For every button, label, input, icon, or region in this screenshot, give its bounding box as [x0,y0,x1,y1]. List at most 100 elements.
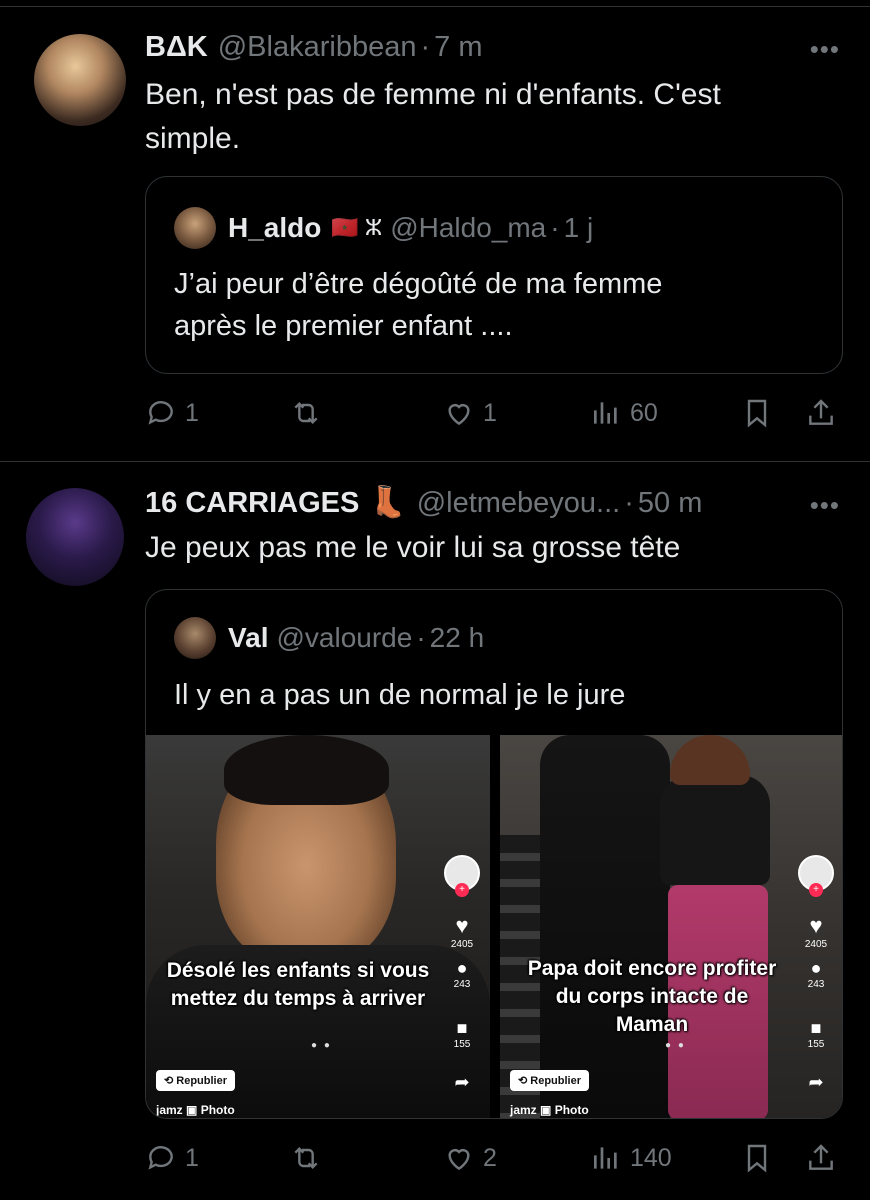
like-count: 1 [483,398,497,427]
photo-icon: ▣ [540,1103,552,1117]
caption-line: du corps intacte de [555,985,749,1008]
save-icon: ■ [810,1018,822,1038]
author-handle[interactable]: @letmebeyou... [417,486,621,520]
tweet-text-line: Je peux pas me le voir lui sa grosse têt… [145,531,681,564]
views-button[interactable]: 60 [590,393,658,433]
caption-line: Désolé les enfants si vous [166,959,430,982]
author-name[interactable]: 16 CARRIAGES [145,486,359,520]
quoted-tweet[interactable]: H_aldo 🇲🇦 ⵣ @Haldo_ma · 1 j J’ai peur d’… [145,176,843,374]
media-like-count: 2405 [804,939,828,950]
boot-emoji: 👢 [369,486,407,519]
heart-icon: ♥ [455,913,469,938]
quoted-tweet-header: Val @valourde · 22 h [174,617,484,659]
separator-dot: · [420,31,431,63]
bookmark-button[interactable] [741,393,773,433]
quoted-tweet-header: H_aldo 🇲🇦 ⵣ @Haldo_ma · 1 j [174,207,593,249]
bookmark-icon [747,399,767,428]
author-name: Val [228,622,269,653]
media-caption: Désolé les enfants si vous mettez du tem… [146,957,450,1013]
more-options-icon[interactable]: ••• [810,490,840,521]
tweet-2[interactable]: 16 CARRIAGES 👢 @letmebeyou... · 50 m •••… [0,462,870,1200]
heart-icon: ♥ [809,913,823,938]
heart-icon [448,404,470,426]
author-handle: @Haldo_ma [390,212,547,243]
share-button[interactable] [805,1138,837,1178]
media-save-count: 155 [453,1039,471,1050]
woman-skin [670,735,750,785]
media-comment-count: 243 [453,979,471,990]
media-like-count: 2405 [450,939,474,950]
views-button[interactable]: 140 [590,1138,672,1178]
caption-line: mettez du temps à arriver [170,987,426,1010]
bookmark-button[interactable] [741,1138,773,1178]
flag-emoji: 🇲🇦 ⵣ [331,215,383,240]
share-icon [809,1144,833,1170]
quoted-tweet-text: J’ai peur d’être dégoûté de ma femme apr… [174,263,814,347]
comment-icon: ● [810,958,822,978]
quoted-tweet-text: Il y en a pas un de normal je le jure [174,674,814,716]
republish-badge: ⟲ Republier [156,1070,236,1091]
like-button[interactable]: 1 [443,393,497,433]
timestamp[interactable]: 50 m [638,486,702,520]
repost-icon [294,401,318,425]
media-comment-count: 243 [807,979,825,990]
reply-icon [148,1146,173,1170]
action-bar: 1 2 140 [145,1138,845,1178]
quoted-text-line: J’ai peur d’être dégoûté de ma femme [174,268,663,300]
like-button[interactable]: 2 [443,1138,497,1178]
tweet-text: Ben, n'est pas de femme ni d'enfants. C'… [145,73,835,161]
tweet-header: 16 CARRIAGES 👢 @letmebeyou... · 50 m [145,486,702,520]
media-image[interactable]: Désolé les enfants si vous mettez du tem… [146,735,490,1118]
timestamp[interactable]: 7 m [434,30,482,64]
media-side-actions: + ♥ 2405 ● 243 ■ 155 ➦ [798,855,834,1093]
media-grid: Désolé les enfants si vous mettez du tem… [146,735,842,1118]
avatar [174,617,216,659]
credit-name: jamz [510,1103,537,1117]
media-image[interactable]: Papa doit encore profiter du corps intac… [500,735,842,1118]
separator-dot: · [624,487,634,519]
repost-icon [294,1146,318,1170]
author-name[interactable]: BΔK [145,30,208,64]
timestamp: 1 j [563,212,594,243]
author-handle[interactable]: @Blakaribbean [218,30,417,64]
action-bar: 1 1 60 [145,393,845,433]
credit-type: Photo [554,1103,589,1117]
share-button[interactable] [805,393,837,433]
reply-button[interactable]: 1 [145,1138,199,1178]
comment-icon: ● [456,958,468,978]
tweet-header: BΔK @Blakaribbean · 7 m [145,30,482,64]
reply-icon [148,401,173,425]
timestamp: 22 h [429,622,485,653]
avatar [174,207,216,249]
caption-line: Maman [615,1013,689,1036]
tweet-1[interactable]: BΔK @Blakaribbean · 7 m ••• Ben, n'est p… [0,0,870,461]
like-count: 2 [483,1143,497,1172]
repost-icon: ⟲ [164,1075,177,1087]
avatar[interactable] [34,34,126,126]
republish-badge: ⟲ Republier [510,1070,590,1091]
view-count: 60 [630,398,658,427]
quoted-text-line: après le premier enfant .... [174,310,513,342]
media-save-count: 155 [807,1039,825,1050]
separator-dot: · [550,212,560,243]
media-credit: jamz ▣ Photo [510,1103,589,1117]
reply-count: 1 [185,1143,199,1172]
share-arrow-icon: ➦ [808,1072,824,1092]
avatar[interactable] [26,488,124,586]
reply-count: 1 [185,398,199,427]
share-arrow-icon: ➦ [454,1072,470,1092]
more-options-icon[interactable]: ••• [810,34,840,65]
credit-type: Photo [200,1103,235,1117]
quoted-tweet[interactable]: Val @valourde · 22 h Il y en a pas un de… [145,589,843,1119]
page-dots: ● ● [311,1040,332,1051]
photo-icon: ▣ [186,1103,198,1117]
quoted-text-line: Il y en a pas un de normal je le jure [174,679,626,711]
media-credit: jamz ▣ Photo [156,1103,235,1117]
repost-button[interactable] [290,393,330,433]
repost-button[interactable] [290,1138,330,1178]
credit-name: jamz [156,1103,183,1117]
repost-icon: ⟲ [518,1075,531,1087]
reply-button[interactable]: 1 [145,393,199,433]
views-icon [594,1147,617,1169]
view-count: 140 [630,1143,672,1172]
